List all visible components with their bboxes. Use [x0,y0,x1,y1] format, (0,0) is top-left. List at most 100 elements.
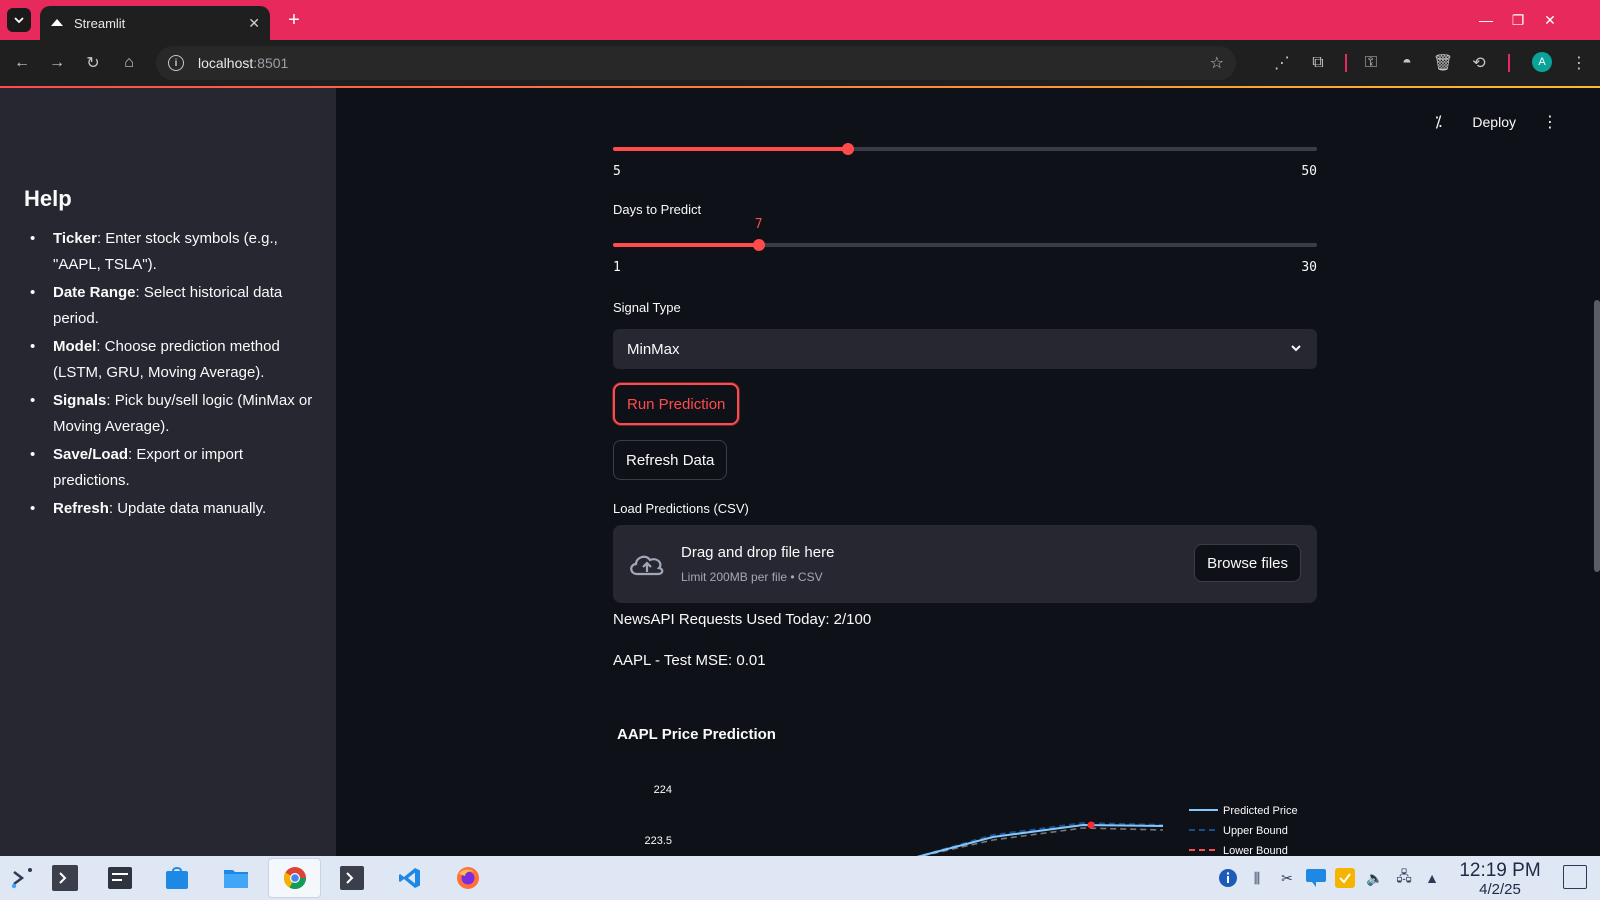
sidebar: Help Ticker: Enter stock symbols (e.g., … [0,88,336,856]
signal-type-label: Signal Type [613,300,681,315]
legend-predicted-price: Predicted Price [1223,805,1298,817]
signal-type-select[interactable]: MinMax [613,329,1317,369]
help-item-save-load: Save/Load: Export or import predictions. [24,442,320,493]
firefox-app-icon[interactable] [454,864,482,892]
browser-menu-icon[interactable]: ⋮ [1568,52,1590,74]
profile-avatar[interactable]: A [1532,52,1552,72]
system-monitor-icon[interactable] [106,864,134,892]
volume-tray-icon[interactable]: 🔈 [1365,868,1385,888]
extensions-icon[interactable]: ⧉ [1307,52,1329,74]
taskbar: ⫼ ✂ 🔈 🖧 ▲ 12:19 PM 4/2/25 [0,856,1600,900]
y-tick-label: 223.5 [644,835,672,847]
konsole-app-icon[interactable] [338,864,366,892]
tray-expand-icon[interactable]: ▲ [1422,868,1442,888]
deploy-button[interactable]: Deploy [1472,114,1516,130]
site-info-icon[interactable]: i [168,55,184,71]
incognito-icon[interactable]: ◓ [1396,52,1418,74]
main-scrollbar[interactable] [1594,300,1600,572]
audio-mixer-tray-icon[interactable]: ⫼ [1247,868,1267,888]
cloud-upload-icon [630,555,664,576]
restore-icon[interactable]: ❐ [1508,10,1528,30]
tab-close-icon[interactable]: ✕ [248,15,260,32]
browser-toolbar: ← → ↻ ⌂ i localhost:8501 ☆ ⋰ ⧉ ⚿ ◓ 🗑 ⟲ A… [0,40,1600,86]
newsapi-usage-text: NewsAPI Requests Used Today: 2/100 [613,611,872,628]
app-header-actions: ⁒ Deploy ⋮ [1428,112,1560,132]
run-prediction-button[interactable]: Run Prediction [613,383,740,425]
app-menu-icon[interactable]: ⋮ [1540,112,1560,132]
bookmark-star-icon[interactable]: ☆ [1210,53,1224,73]
chevron-down-icon [1291,345,1301,352]
new-tab-button[interactable]: + [282,8,306,32]
help-term: Signals [53,392,107,409]
taskbar-clock[interactable]: 12:19 PM 4/2/25 [1455,860,1545,898]
tab-title: Streamlit [74,15,126,31]
network-tray-icon[interactable]: 🖧 [1394,868,1414,888]
clock-time: 12:19 PM [1459,860,1541,881]
scissors-tray-icon[interactable]: ✂ [1277,868,1297,888]
browse-files-button[interactable]: Browse files [1194,544,1301,582]
discover-store-icon[interactable] [163,864,191,892]
file-uploader-dropzone[interactable]: Drag and drop file here Limit 200MB per … [613,525,1317,603]
vscode-app-icon[interactable] [396,864,424,892]
updates-tray-icon[interactable] [1335,868,1355,888]
reload-icon[interactable]: ↻ [82,52,104,74]
upload-limit-text: Limit 200MB per file • CSV [681,570,823,584]
app-launcher-icon[interactable] [8,864,36,892]
y-tick-label: 224 [654,784,672,796]
chart-svg: 224 223.5 Predicted Price Upper Bound Lo… [644,784,1298,858]
slider-1-max: 50 [1301,164,1317,179]
url-port: :8501 [253,55,289,71]
test-mse-text: AAPL - Test MSE: 0.01 [613,652,766,669]
uploader-label: Load Predictions (CSV) [613,501,749,516]
forward-icon[interactable]: → [46,52,68,74]
slider-1[interactable] [613,143,1317,155]
slider-2-thumb[interactable] [752,239,765,251]
chrome-app-icon[interactable] [281,864,309,892]
tab-search-button[interactable] [7,8,31,32]
slider-2-fill [613,243,759,247]
streamlit-favicon-icon [51,19,63,26]
help-term: Refresh [53,500,109,517]
refresh-data-button[interactable]: Refresh Data [613,440,728,480]
clock-date: 4/2/25 [1479,881,1521,898]
info-tray-icon[interactable] [1218,868,1238,888]
help-text: : Update data manually. [108,500,267,517]
help-item-refresh: Refresh: Update data manually. [24,496,320,522]
back-icon[interactable]: ← [11,52,33,74]
running-status-icon[interactable]: ⁒ [1428,112,1448,132]
help-term: Date Range [53,284,136,301]
upper-bound-line [912,821,1164,858]
terminal-app-icon[interactable] [51,864,79,892]
signal-type-value: MinMax [627,340,680,358]
help-item-ticker: Ticker: Enter stock symbols (e.g., "AAPL… [24,226,320,277]
window-close-icon[interactable]: ✕ [1540,10,1560,30]
predicted-price-line [912,823,1164,858]
url-host: localhost [198,55,254,71]
help-term: Ticker [53,230,97,247]
slider-2-max: 30 [1301,260,1317,275]
help-item-date-range: Date Range: Select historical data perio… [24,280,320,331]
help-term: Model [53,338,97,355]
legend-upper-bound: Upper Bound [1223,825,1288,837]
address-bar[interactable]: i localhost:8501 ☆ [156,46,1236,80]
home-icon[interactable]: ⌂ [118,52,140,74]
slider-1-thumb[interactable] [841,143,854,155]
browser-tab[interactable]: Streamlit ✕ [40,6,270,40]
browser-tab-bar: Streamlit ✕ + — ❐ ✕ [0,0,1600,40]
lower-bound-line [912,827,1164,858]
toolbar-separator [1508,54,1510,72]
cast-icon[interactable]: ⋰ [1271,52,1293,74]
file-manager-icon[interactable] [222,864,250,892]
trash-icon[interactable]: 🗑 [1432,52,1454,74]
price-prediction-chart[interactable]: AAPL Price Prediction 224 223.5 Predicte… [613,718,1317,858]
help-item-model: Model: Choose prediction method (LSTM, G… [24,334,320,385]
history-icon[interactable]: ⟲ [1468,52,1490,74]
help-term: Save/Load [53,446,129,463]
main-area: ⁒ Deploy ⋮ 5 50 Days to Predict 7 1 30 S… [336,88,1600,858]
password-key-icon[interactable]: ⚿ [1360,52,1382,74]
show-desktop-button[interactable] [1563,865,1587,889]
days-to-predict-label: Days to Predict [613,202,702,217]
days-to-predict-slider[interactable]: 7 [613,217,1317,251]
minimize-icon[interactable]: — [1476,10,1496,30]
kdeconnect-tray-icon[interactable] [1306,868,1326,888]
